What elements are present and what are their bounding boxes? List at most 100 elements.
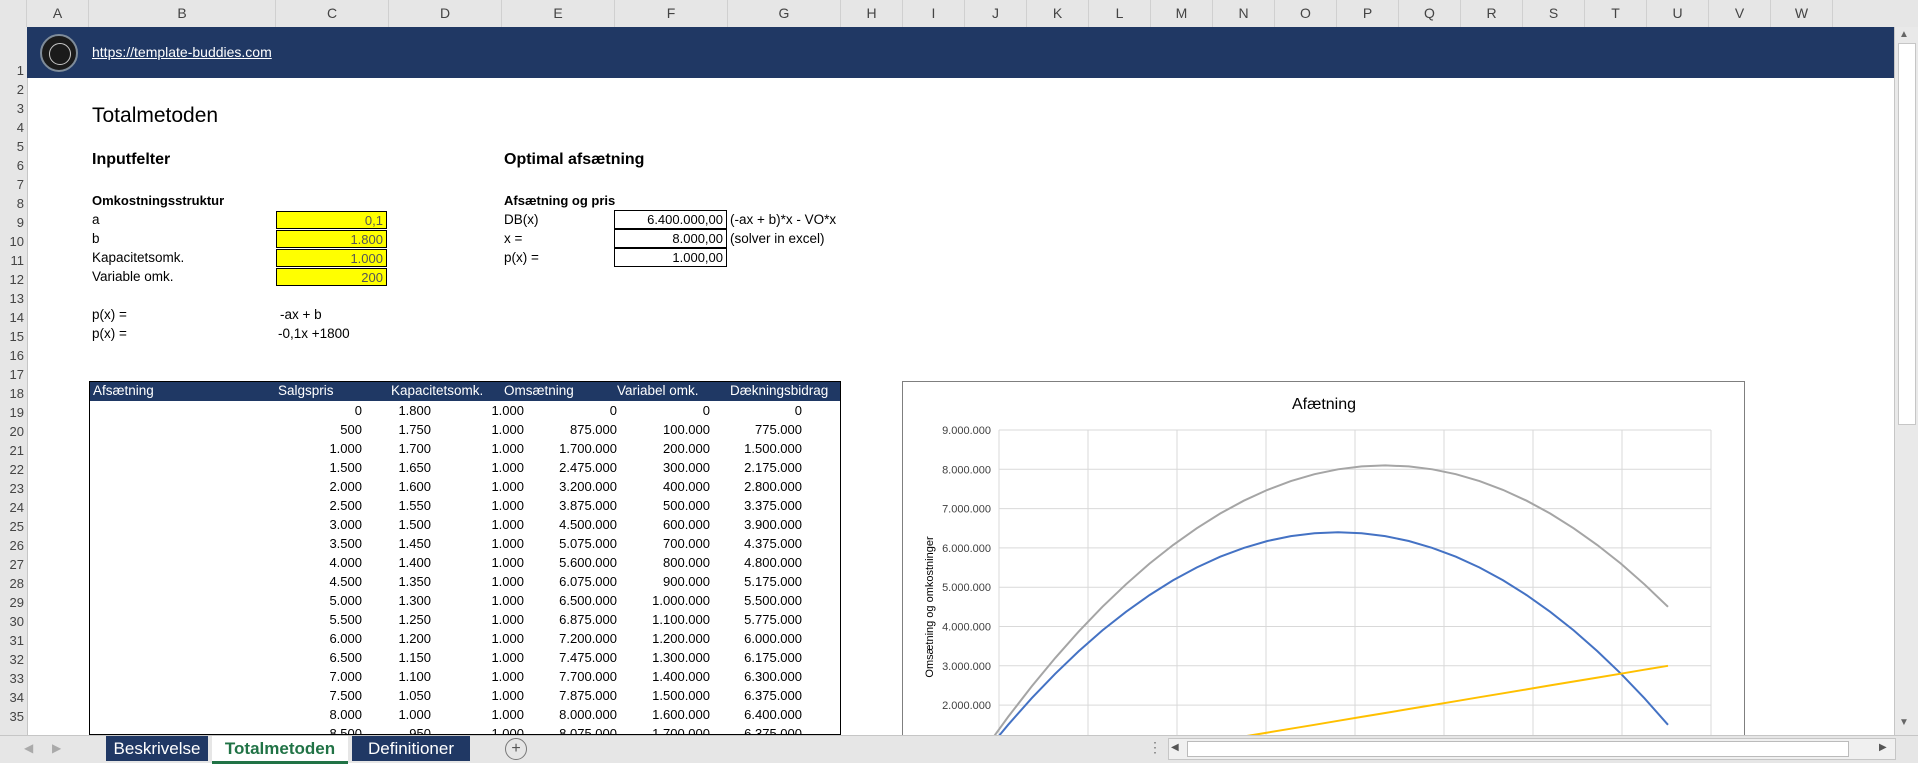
row-header[interactable]: 4 <box>0 120 27 135</box>
table-cell[interactable]: 3.875.000 <box>517 498 617 513</box>
col-header[interactable]: A <box>27 0 89 27</box>
table-cell[interactable]: 1.500 <box>331 517 431 532</box>
table-cell[interactable]: 800.000 <box>610 555 710 570</box>
table-cell[interactable]: 1.200 <box>331 631 431 646</box>
table-header-cell[interactable]: Salgspris <box>278 383 334 398</box>
table-cell[interactable]: 1.150 <box>331 650 431 665</box>
input-cell-capacity[interactable]: 1.000 <box>276 249 387 267</box>
table-cell[interactable]: 1.600.000 <box>610 707 710 722</box>
table-cell[interactable]: 700.000 <box>610 536 710 551</box>
row-header[interactable]: 28 <box>0 576 27 591</box>
tab-beskrivelse[interactable]: Beskrivelse <box>106 736 208 761</box>
tab-totalmetoden[interactable]: Totalmetoden <box>212 736 348 764</box>
col-header[interactable]: N <box>1213 0 1275 27</box>
table-cell[interactable]: 1.000 <box>424 498 524 513</box>
table-cell[interactable]: 7.700.000 <box>517 669 617 684</box>
table-cell[interactable]: 1.000 <box>424 536 524 551</box>
table-cell[interactable]: 7.475.000 <box>517 650 617 665</box>
table-cell[interactable]: 200.000 <box>610 441 710 456</box>
col-header[interactable]: M <box>1151 0 1213 27</box>
table-cell[interactable]: 1.700.000 <box>517 441 617 456</box>
table-cell[interactable]: 1.200.000 <box>610 631 710 646</box>
scroll-right-icon[interactable]: ▶ <box>1879 742 1887 753</box>
row-header[interactable]: 21 <box>0 443 27 458</box>
add-sheet-icon[interactable]: + <box>505 738 527 760</box>
table-cell[interactable]: 4.800.000 <box>702 555 802 570</box>
row-header[interactable]: 20 <box>0 424 27 439</box>
table-cell[interactable]: 1.250 <box>331 612 431 627</box>
col-header[interactable]: H <box>841 0 903 27</box>
row-header[interactable]: 16 <box>0 348 27 363</box>
row-header[interactable]: 22 <box>0 462 27 477</box>
table-cell[interactable]: 1.000 <box>331 707 431 722</box>
table-cell[interactable]: 5.775.000 <box>702 612 802 627</box>
chart-series-line[interactable] <box>961 664 1669 741</box>
table-cell[interactable]: 1.050 <box>331 688 431 703</box>
table-header-cell[interactable]: Omsætning <box>504 383 574 398</box>
table-cell[interactable]: 0 <box>702 403 802 418</box>
row-header[interactable]: 3 <box>0 101 27 116</box>
table-cell[interactable]: 1.000 <box>424 707 524 722</box>
row-header[interactable]: 5 <box>0 139 27 154</box>
table-cell[interactable]: 775.000 <box>702 422 802 437</box>
table-cell[interactable]: 6.500.000 <box>517 593 617 608</box>
select-all-corner[interactable] <box>0 0 27 27</box>
col-header[interactable]: T <box>1585 0 1647 27</box>
table-cell[interactable]: 6.375.000 <box>702 688 802 703</box>
row-header[interactable]: 6 <box>0 158 27 173</box>
row-header[interactable]: 29 <box>0 595 27 610</box>
col-header[interactable]: P <box>1337 0 1399 27</box>
table-cell[interactable]: 0 <box>517 403 617 418</box>
table-cell[interactable]: 6.075.000 <box>517 574 617 589</box>
table-cell[interactable]: 1.000 <box>424 612 524 627</box>
row-header[interactable]: 14 <box>0 310 27 325</box>
table-cell[interactable]: 100.000 <box>610 422 710 437</box>
col-header[interactable]: J <box>965 0 1027 27</box>
table-cell[interactable]: 900.000 <box>610 574 710 589</box>
col-header[interactable]: W <box>1771 0 1833 27</box>
horizontal-scrollbar[interactable]: ◀ ▶ <box>1168 738 1896 760</box>
col-header[interactable]: D <box>389 0 502 27</box>
col-header[interactable]: L <box>1089 0 1151 27</box>
table-cell[interactable]: 1.000 <box>424 403 524 418</box>
table-cell[interactable]: 1.100.000 <box>610 612 710 627</box>
table-cell[interactable]: 3.200.000 <box>517 479 617 494</box>
col-header[interactable]: F <box>615 0 728 27</box>
table-cell[interactable]: 300.000 <box>610 460 710 475</box>
col-header[interactable]: B <box>89 0 276 27</box>
col-header[interactable]: G <box>728 0 841 27</box>
row-header[interactable]: 1 <box>0 63 27 78</box>
table-cell[interactable]: 1.000 <box>424 593 524 608</box>
table-cell[interactable]: 1.500.000 <box>702 441 802 456</box>
tab-scroll-left-icon[interactable]: ◀ <box>24 741 33 755</box>
table-cell[interactable]: 2.475.000 <box>517 460 617 475</box>
table-cell[interactable]: 1.000 <box>424 479 524 494</box>
table-cell[interactable]: 1.000 <box>424 650 524 665</box>
row-header[interactable]: 8 <box>0 196 27 211</box>
table-cell[interactable]: 8.000.000 <box>517 707 617 722</box>
table-cell[interactable]: 500.000 <box>610 498 710 513</box>
scroll-down-icon[interactable]: ▼ <box>1899 717 1909 728</box>
table-cell[interactable]: 1.550 <box>331 498 431 513</box>
row-header[interactable]: 30 <box>0 614 27 629</box>
table-cell[interactable]: 1.500.000 <box>610 688 710 703</box>
table-cell[interactable]: 1.000.000 <box>610 593 710 608</box>
db-value-cell[interactable]: 6.400.000,00 <box>614 210 727 229</box>
table-cell[interactable]: 3.900.000 <box>702 517 802 532</box>
table-cell[interactable]: 1.600 <box>331 479 431 494</box>
table-cell[interactable]: 1.750 <box>331 422 431 437</box>
table-cell[interactable]: 4.375.000 <box>702 536 802 551</box>
row-header[interactable]: 12 <box>0 272 27 287</box>
row-header[interactable]: 35 <box>0 709 27 724</box>
table-cell[interactable]: 6.375.000 <box>702 726 802 734</box>
table-cell[interactable]: 1.100 <box>331 669 431 684</box>
vertical-scroll-thumb[interactable] <box>1898 43 1916 425</box>
table-cell[interactable]: 6.000.000 <box>702 631 802 646</box>
table-header-cell[interactable]: Dækningsbidrag <box>730 383 828 398</box>
table-cell[interactable]: 1.000 <box>424 555 524 570</box>
col-header[interactable]: C <box>276 0 389 27</box>
row-header[interactable]: 31 <box>0 633 27 648</box>
table-cell[interactable]: 1.450 <box>331 536 431 551</box>
table-cell[interactable]: 5.175.000 <box>702 574 802 589</box>
table-cell[interactable]: 1.000 <box>424 422 524 437</box>
